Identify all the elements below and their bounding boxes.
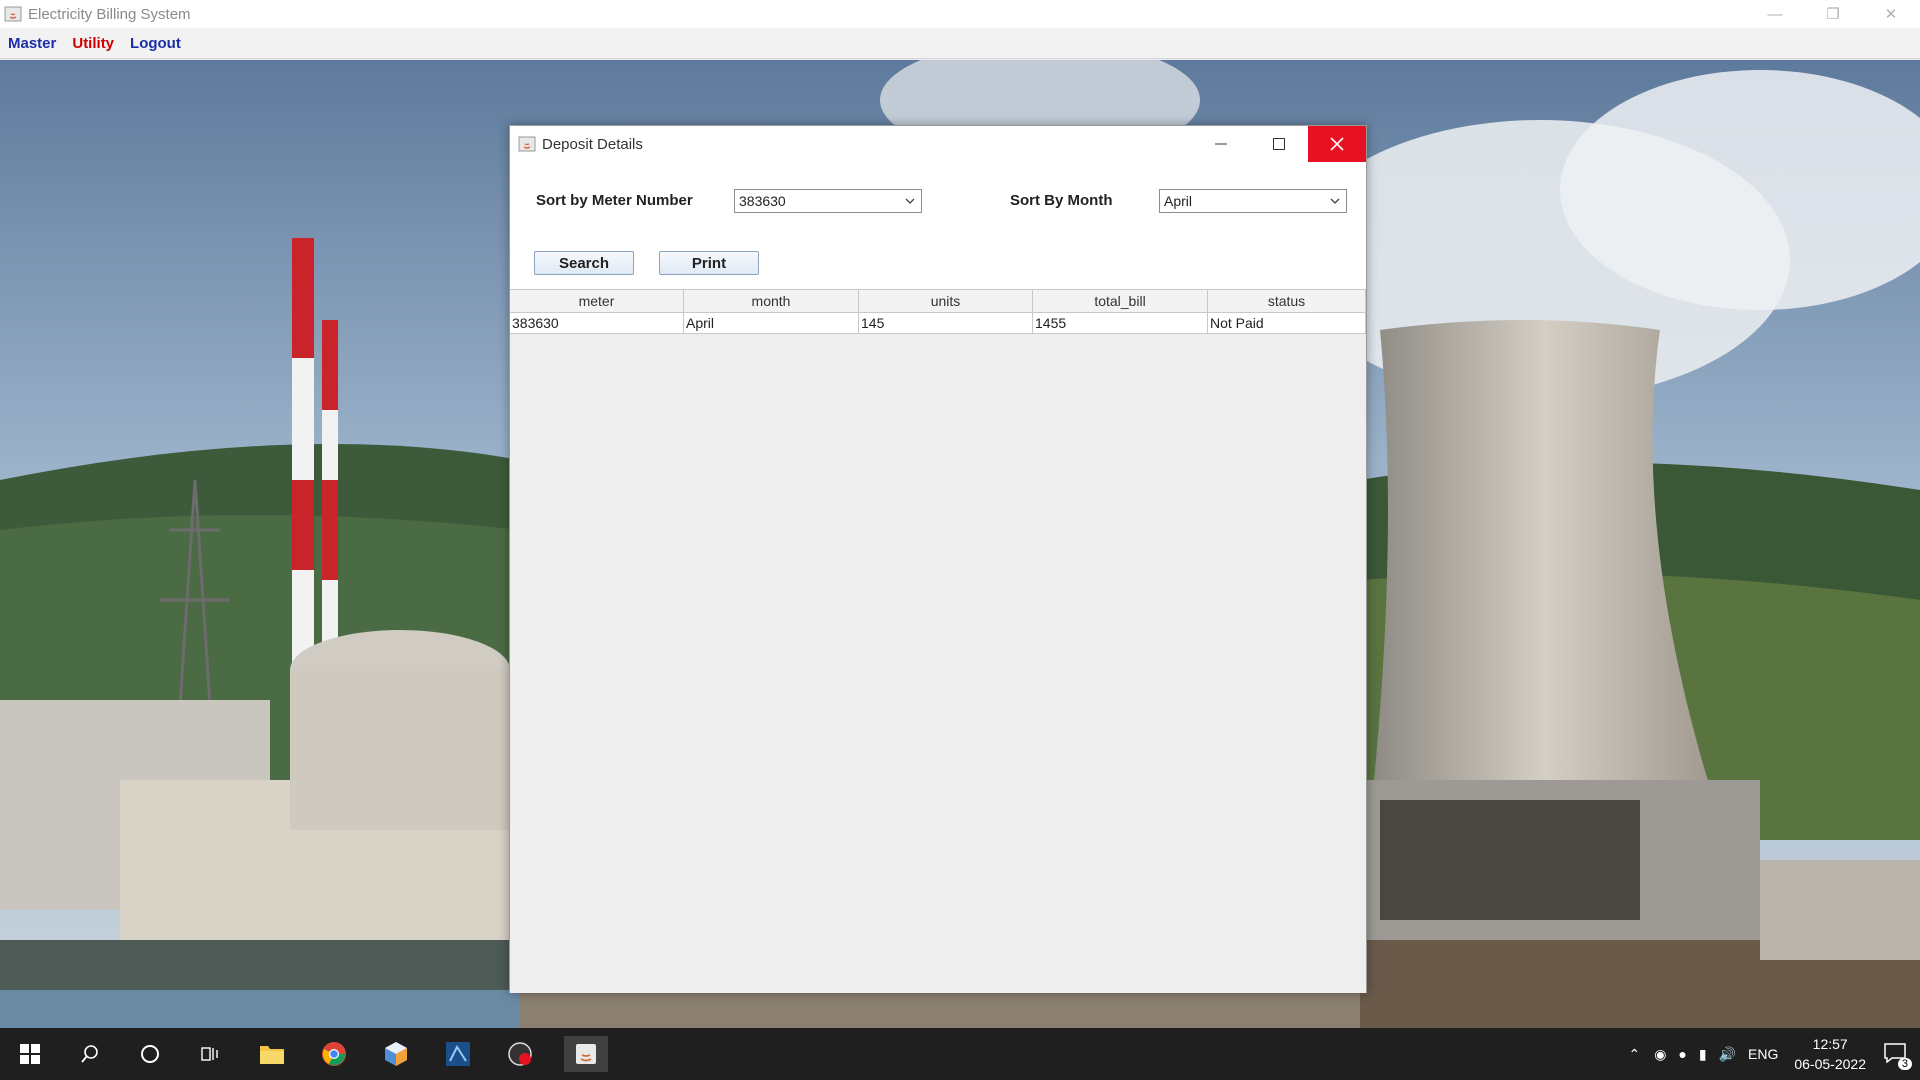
- microphone-icon[interactable]: ●: [1678, 1046, 1686, 1062]
- menubar: Master Utility Logout: [0, 28, 1920, 59]
- column-header-total-bill[interactable]: total_bill: [1033, 290, 1208, 312]
- java-icon: [518, 136, 536, 152]
- table-row[interactable]: 383630 April 145 1455 Not Paid: [510, 313, 1366, 334]
- clock-date: 06-05-2022: [1794, 1056, 1866, 1072]
- meter-number-select[interactable]: 383630: [734, 189, 922, 213]
- month-select[interactable]: April: [1159, 189, 1347, 213]
- close-icon[interactable]: ✕: [1862, 0, 1920, 28]
- java-icon: [4, 6, 22, 22]
- language-indicator[interactable]: ENG: [1748, 1046, 1778, 1062]
- meter-number-value: 383630: [739, 193, 786, 209]
- recorder-icon[interactable]: [502, 1036, 538, 1072]
- cell-units: 145: [859, 313, 1033, 333]
- cell-status: Not Paid: [1208, 313, 1366, 333]
- app-titlebar: Electricity Billing System — ❐ ✕: [0, 0, 1920, 28]
- month-label: Sort By Month: [1010, 192, 1113, 209]
- notification-center-icon[interactable]: 3: [1884, 1042, 1912, 1070]
- task-view-icon[interactable]: [192, 1036, 228, 1072]
- close-icon: [1330, 137, 1344, 151]
- cortana-icon[interactable]: [132, 1036, 168, 1072]
- clock-time: 12:57: [1812, 1036, 1848, 1052]
- menu-master[interactable]: Master: [8, 35, 56, 52]
- cell-total-bill: 1455: [1033, 313, 1208, 333]
- chrome-icon[interactable]: [316, 1036, 352, 1072]
- menu-logout[interactable]: Logout: [130, 35, 181, 52]
- app-title: Electricity Billing System: [28, 5, 191, 23]
- minimize-icon[interactable]: [1192, 126, 1250, 162]
- month-value: April: [1164, 193, 1193, 209]
- cell-meter: 383630: [510, 313, 684, 333]
- app-window-controls: — ❐ ✕: [1746, 0, 1920, 28]
- chevron-down-icon: [1330, 198, 1340, 204]
- maximize-icon[interactable]: [1250, 126, 1308, 162]
- restore-icon[interactable]: ❐: [1804, 0, 1862, 28]
- notification-count: 3: [1897, 1057, 1912, 1070]
- taskbar: ⌃ ◉ ● ▮ 🔊 ENG 12:57 06-05-2022 3: [0, 1028, 1920, 1080]
- search-button[interactable]: Search: [534, 251, 634, 275]
- minimize-icon[interactable]: —: [1746, 0, 1804, 28]
- chevron-up-icon[interactable]: ⌃: [1628, 1046, 1640, 1063]
- system-tray: ⌃ ◉ ● ▮ 🔊 ENG 12:57 06-05-2022 3: [1628, 1028, 1920, 1080]
- deposit-details-dialog: Deposit Details Sort by Meter Number 383…: [509, 125, 1367, 993]
- close-button[interactable]: [1308, 126, 1366, 162]
- column-header-status[interactable]: status: [1208, 290, 1366, 312]
- menu-utility[interactable]: Utility: [72, 35, 114, 52]
- volume-icon[interactable]: 🔊: [1719, 1046, 1736, 1063]
- deposit-table: meter month units total_bill status 3836…: [510, 289, 1366, 993]
- print-button[interactable]: Print: [659, 251, 759, 275]
- cube-app-icon[interactable]: [378, 1036, 414, 1072]
- chevron-down-icon: [905, 198, 915, 204]
- file-explorer-icon[interactable]: [254, 1036, 290, 1072]
- column-header-month[interactable]: month: [684, 290, 859, 312]
- java-app-icon[interactable]: [564, 1036, 608, 1072]
- windows-start-icon[interactable]: [12, 1036, 48, 1072]
- netbeans-icon[interactable]: [440, 1036, 476, 1072]
- clock[interactable]: 12:57 06-05-2022: [1794, 1034, 1866, 1074]
- column-header-units[interactable]: units: [859, 290, 1033, 312]
- table-header: meter month units total_bill status: [510, 290, 1366, 313]
- dialog-titlebar: Deposit Details: [510, 126, 1366, 162]
- dialog-title: Deposit Details: [542, 135, 643, 153]
- meter-number-label: Sort by Meter Number: [536, 192, 693, 209]
- battery-icon[interactable]: ▮: [1699, 1046, 1707, 1063]
- meet-now-icon[interactable]: ◉: [1654, 1046, 1666, 1063]
- cell-month: April: [684, 313, 859, 333]
- search-icon[interactable]: [72, 1036, 108, 1072]
- column-header-meter[interactable]: meter: [510, 290, 684, 312]
